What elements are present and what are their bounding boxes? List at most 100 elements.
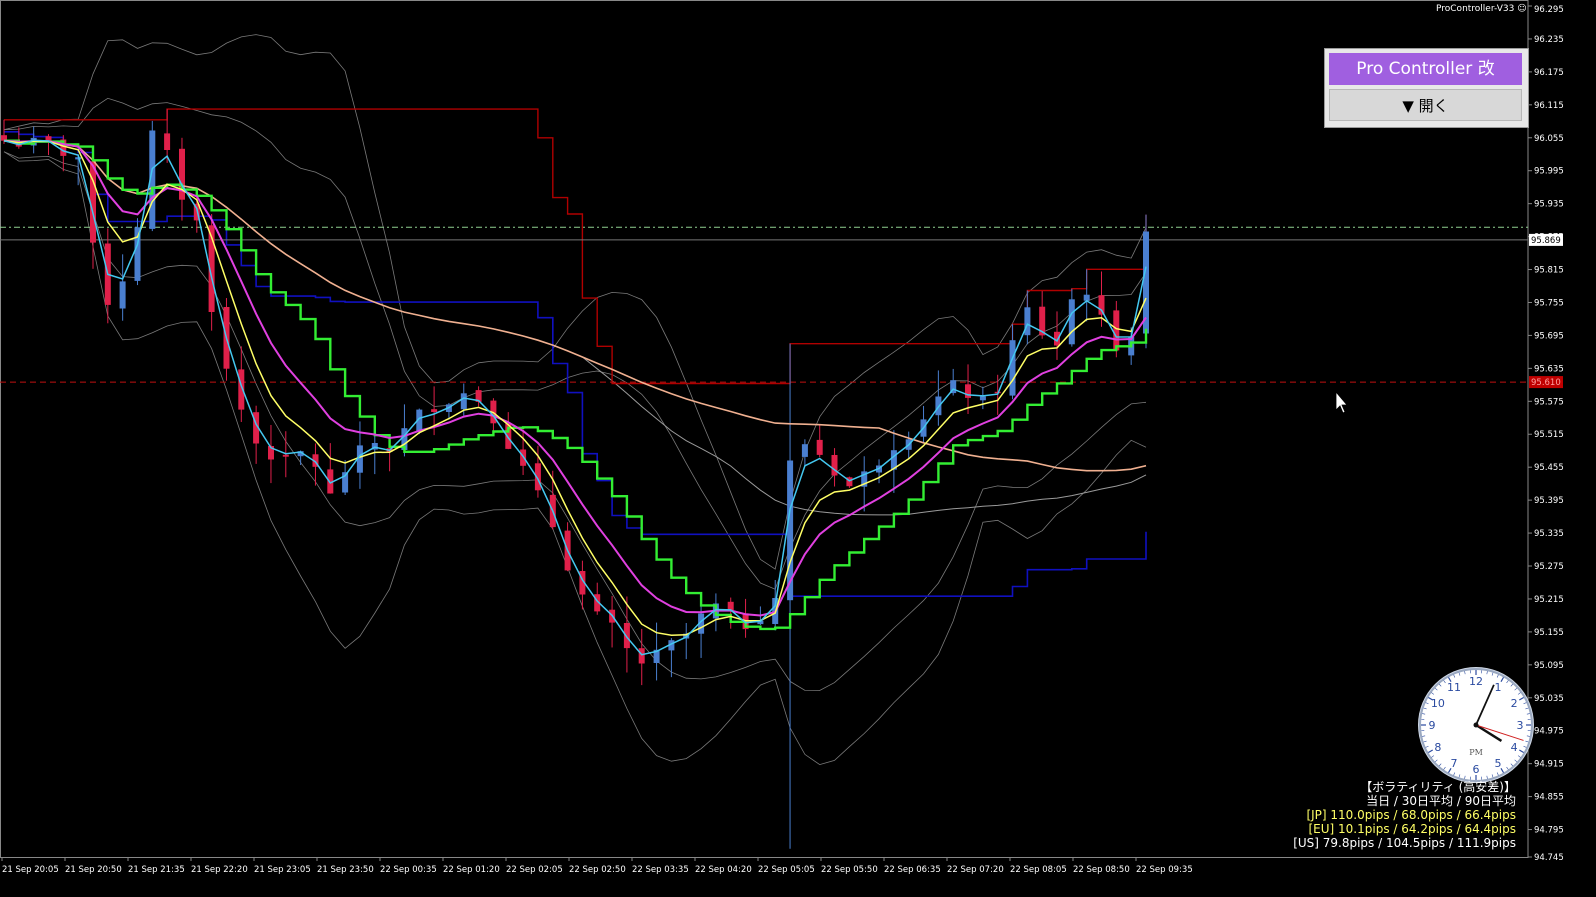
candles	[1, 109, 1149, 849]
mouse-cursor-icon	[1335, 390, 1348, 414]
ytick-label: 95.095	[1534, 661, 1564, 671]
candle-body	[282, 454, 289, 457]
volatility-box: 【ボラティリティ (高安差)】 当日 / 30日平均 / 90日平均 [JP] …	[1293, 780, 1516, 850]
ytick-label: 95.335	[1534, 529, 1564, 539]
chart-frame	[0, 0, 1529, 858]
band-upper-1	[3, 34, 1147, 570]
volatility-row-eu: [EU] 10.1pips / 64.2pips / 64.4pips	[1308, 822, 1516, 836]
candle-body	[1083, 294, 1090, 301]
xtick-label: 22 Sep 06:35	[884, 865, 941, 875]
ytick-label: 96.295	[1534, 5, 1564, 15]
clock-numeral: 11	[1447, 681, 1461, 694]
xtick-label: 22 Sep 08:05	[1010, 865, 1067, 875]
clock-numeral: 2	[1511, 697, 1518, 710]
xtick-label: 22 Sep 05:05	[758, 865, 815, 875]
ytick-label: 95.035	[1534, 694, 1564, 704]
ytick-label: 95.515	[1534, 430, 1564, 440]
candle-body	[119, 281, 126, 309]
candle-body	[965, 384, 971, 398]
candle-body	[164, 133, 171, 150]
clock-numeral: 8	[1434, 741, 1441, 754]
volatility-row-us: [US] 79.8pips / 104.5pips / 111.9pips	[1293, 836, 1516, 850]
clock-center	[1473, 722, 1479, 728]
clock-numeral: 6	[1473, 763, 1480, 776]
xtick-label: 22 Sep 04:20	[695, 865, 752, 875]
candle-body	[638, 648, 645, 664]
xtick-label: 22 Sep 08:50	[1073, 865, 1130, 875]
xtick-label: 22 Sep 00:35	[380, 865, 437, 875]
candle-body	[1009, 340, 1016, 396]
ytick-label: 95.395	[1534, 496, 1564, 506]
band-lower-1	[3, 151, 1147, 766]
ytick-label: 94.975	[1534, 727, 1564, 737]
ytick-label: 96.175	[1534, 68, 1564, 78]
ytick-label: 94.855	[1534, 793, 1564, 803]
candle-body	[460, 393, 467, 410]
clock-numeral: 9	[1429, 719, 1436, 732]
ytick-label: 96.055	[1534, 134, 1564, 144]
xtick-label: 21 Sep 23:50	[317, 865, 374, 875]
ytick-label: 96.115	[1534, 101, 1564, 111]
ytick-label: 95.635	[1534, 364, 1564, 374]
open-button[interactable]: ▼ 開く	[1329, 89, 1522, 121]
volatility-columns: 当日 / 30日平均 / 90日平均	[1366, 794, 1516, 808]
red-level-label: 95.610	[1531, 378, 1561, 388]
xtick-label: 22 Sep 03:35	[632, 865, 689, 875]
candle-body	[1054, 331, 1060, 346]
xtick-label: 21 Sep 21:35	[128, 865, 185, 875]
ma-gray	[3, 140, 1147, 516]
clock-numeral: 5	[1495, 757, 1502, 770]
ma-magenta	[3, 139, 1147, 617]
price-axis: 96.295 96.235 96.175 96.115 96.055 95.995 95.9…	[1528, 5, 1564, 863]
xtick-label: 22 Sep 01:20	[443, 865, 500, 875]
ytick-label: 94.915	[1534, 760, 1564, 770]
analog-clock: 1234567891011 12PM	[1418, 667, 1534, 783]
volatility-row-jp: [JP] 110.0pips / 68.0pips / 66.4pips	[1306, 808, 1516, 822]
panel-title[interactable]: Pro Controller 改	[1329, 53, 1522, 85]
volatility-title: 【ボラティリティ (高安差)】	[1360, 780, 1516, 794]
xtick-label: 21 Sep 20:50	[65, 865, 122, 875]
candle-body	[1068, 299, 1075, 345]
step-red	[4, 108, 1147, 385]
pro-controller-panel: Pro Controller 改 ▼ 開く	[1324, 48, 1529, 128]
candle-body	[979, 396, 986, 401]
ma-yellow	[3, 139, 1147, 636]
ytick-label: 95.755	[1534, 298, 1564, 308]
clock-numeral: 1	[1495, 681, 1502, 694]
ytick-label: 95.995	[1534, 167, 1564, 177]
xtick-label: 22 Sep 05:50	[821, 865, 878, 875]
candle-body	[816, 439, 823, 455]
ytick-label: 95.455	[1534, 463, 1564, 473]
step-blue	[4, 131, 1147, 597]
xtick-label: 22 Sep 02:50	[569, 865, 626, 875]
ytick-label: 95.815	[1534, 266, 1564, 276]
current-price-label: 95.869	[1531, 236, 1561, 246]
clock-period: PM	[1469, 748, 1483, 757]
ytick-label: 95.935	[1534, 200, 1564, 210]
candle-body	[431, 409, 438, 412]
ytick-label: 95.575	[1534, 397, 1564, 407]
xtick-label: 21 Sep 23:05	[254, 865, 311, 875]
smiley-icon: ☺	[1517, 4, 1527, 14]
indicator-name: ProController-V33 ☺	[1436, 4, 1527, 14]
time-axis: 21 Sep 20:05 21 Sep 20:50 21 Sep 21:35 21 S…	[1, 857, 1193, 875]
clock-numeral: 3	[1517, 719, 1524, 732]
xtick-label: 22 Sep 09:35	[1136, 865, 1193, 875]
candle-body	[623, 623, 630, 649]
clock-numeral: 10	[1431, 697, 1445, 710]
moving-averages	[3, 139, 1148, 656]
candle-body	[90, 161, 96, 243]
candle-body	[1098, 295, 1105, 315]
xtick-label: 21 Sep 20:05	[2, 865, 59, 875]
xtick-label: 22 Sep 02:05	[506, 865, 563, 875]
plot-border	[0, 0, 1529, 858]
clock-numeral: 7	[1451, 757, 1458, 770]
ytick-label: 94.745	[1534, 853, 1564, 863]
clock-numeral: 12	[1469, 675, 1483, 688]
candle-body	[831, 455, 838, 476]
ytick-label: 96.235	[1534, 35, 1564, 45]
ytick-label: 95.215	[1534, 595, 1564, 605]
ytick-label: 95.275	[1534, 562, 1564, 572]
ytick-label: 95.155	[1534, 628, 1564, 638]
ma-fast	[3, 139, 1147, 656]
